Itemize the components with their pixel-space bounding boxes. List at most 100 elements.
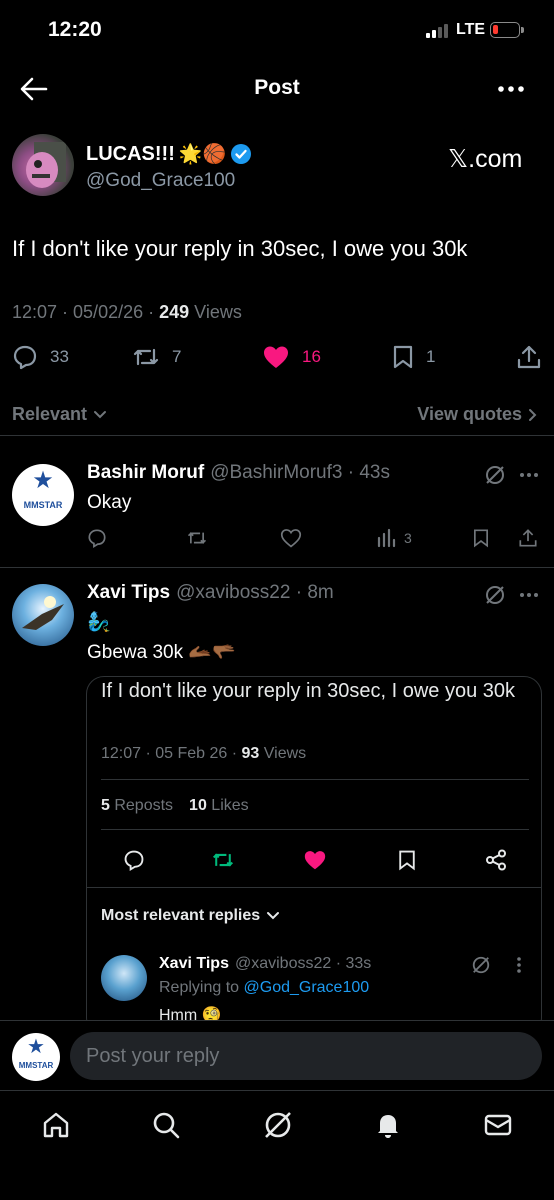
quoted-post-views-label: Views bbox=[259, 745, 307, 762]
reply-avatar[interactable]: ★ MMSTAR bbox=[12, 464, 74, 526]
heart-filled-icon bbox=[264, 346, 288, 368]
more-options-button[interactable] bbox=[494, 74, 528, 104]
more-horizontal-icon[interactable] bbox=[518, 584, 540, 606]
author-avatar[interactable] bbox=[12, 134, 74, 196]
reply-item[interactable]: Xavi Tips @xaviboss22 · 8m 🧞‍♂️ Gbewa 30… bbox=[0, 568, 554, 1036]
reply-text: Okay bbox=[87, 492, 132, 513]
sub-reply-author-name[interactable]: Xavi Tips bbox=[159, 955, 229, 973]
sub-reply-author-handle[interactable]: @xaviboss22 · 33s bbox=[235, 955, 371, 973]
reply-avatar[interactable] bbox=[12, 584, 74, 646]
quoted-post-stats: 5 Reposts 10 Likes bbox=[101, 797, 249, 815]
quoted-reposts-count: 5 bbox=[101, 797, 110, 814]
view-quotes-button[interactable]: View quotes bbox=[417, 404, 538, 425]
chevron-down-icon bbox=[267, 912, 280, 920]
reply-author-name[interactable]: Bashir Moruf bbox=[87, 462, 204, 484]
replies-sort-bar: Relevant View quotes bbox=[0, 392, 554, 436]
quoted-post-action-bar bbox=[87, 845, 541, 873]
reply-count: 33 bbox=[50, 347, 69, 366]
most-relevant-replies-button[interactable]: Most relevant replies bbox=[101, 907, 280, 925]
grok-icon[interactable] bbox=[262, 1109, 294, 1141]
author-name-text: LUCAS!!! bbox=[86, 142, 175, 165]
like-count: 16 bbox=[302, 347, 321, 366]
reply-author-handle[interactable]: @BashirMoruf3 · 43s bbox=[210, 462, 390, 484]
replying-to-mention[interactable]: @God_Grace100 bbox=[244, 979, 370, 996]
reply-composer: ★ MMSTAR bbox=[0, 1020, 554, 1090]
analytics-icon bbox=[377, 528, 396, 548]
mail-icon[interactable] bbox=[482, 1109, 514, 1141]
quoted-post-card[interactable]: If I don't like your reply in 30sec, I o… bbox=[86, 676, 542, 1036]
verified-badge-icon bbox=[231, 144, 252, 164]
home-icon[interactable] bbox=[40, 1109, 72, 1141]
bell-icon[interactable] bbox=[372, 1109, 404, 1141]
quoted-post-views-count: 93 bbox=[241, 745, 260, 762]
repost-button[interactable] bbox=[186, 528, 208, 548]
reply-icon[interactable] bbox=[123, 849, 145, 871]
reply-item[interactable]: ★ MMSTAR Bashir Moruf @BashirMoruf3 · 43… bbox=[0, 448, 554, 568]
more-horizontal-icon bbox=[498, 86, 524, 92]
reply-author-name[interactable]: Xavi Tips bbox=[87, 582, 170, 604]
grok-icon[interactable] bbox=[484, 584, 506, 606]
grok-icon[interactable] bbox=[484, 464, 506, 486]
reply-emoji-line: 🧞‍♂️ bbox=[87, 612, 111, 633]
bookmark-icon bbox=[474, 529, 488, 548]
heart-filled-icon[interactable] bbox=[303, 849, 327, 871]
more-horizontal-icon[interactable] bbox=[518, 464, 540, 486]
reply-header: Bashir Moruf @BashirMoruf3 · 43s bbox=[87, 462, 390, 484]
battery-icon bbox=[490, 22, 520, 38]
post-views-label: Views bbox=[189, 302, 242, 322]
author-name-emoji: 🌟🏀 bbox=[178, 144, 227, 165]
reply-input[interactable] bbox=[70, 1032, 542, 1080]
quoted-likes-stat[interactable]: 10 Likes bbox=[189, 797, 249, 815]
like-button[interactable] bbox=[280, 528, 302, 548]
share-button[interactable] bbox=[516, 344, 542, 370]
search-icon[interactable] bbox=[150, 1109, 182, 1141]
quoted-reposts-stat[interactable]: 5 Reposts bbox=[101, 797, 173, 815]
avatar-text: MMSTAR bbox=[23, 499, 63, 510]
sort-relevant-button[interactable]: Relevant bbox=[12, 404, 107, 425]
mmstar-logo: ★ MMSTAR bbox=[12, 464, 74, 526]
chevron-down-icon bbox=[94, 410, 107, 418]
post-header: Post bbox=[0, 62, 554, 116]
views-button[interactable]: 3 bbox=[376, 528, 412, 548]
reply-author-handle[interactable]: @xaviboss22 · 8m bbox=[176, 582, 334, 604]
bookmark-icon bbox=[393, 345, 413, 369]
sub-reply-header: Xavi Tips @xaviboss22 · 33s bbox=[159, 955, 371, 973]
views-count: 3 bbox=[404, 530, 412, 546]
repost-icon bbox=[187, 532, 207, 544]
status-bar: 12:20 LTE bbox=[0, 0, 554, 62]
quoted-likes-label: Likes bbox=[206, 797, 249, 814]
quoted-post-meta: 12:07 · 05 Feb 26 · 93 Views bbox=[101, 745, 306, 763]
divider bbox=[101, 779, 529, 780]
x-watermark: 𝕏.com bbox=[448, 145, 523, 173]
repost-icon[interactable] bbox=[211, 849, 235, 871]
share-network-icon[interactable] bbox=[485, 849, 507, 871]
post-views-count: 249 bbox=[159, 302, 190, 322]
reply-action-bar: 3 bbox=[0, 528, 554, 554]
post-action-bar: 33 7 16 1 bbox=[0, 340, 554, 380]
avatar-image bbox=[22, 596, 64, 630]
sub-reply-avatar[interactable] bbox=[101, 955, 147, 1001]
divider bbox=[101, 829, 529, 830]
reply-button[interactable]: 33 bbox=[12, 344, 69, 370]
reply-button[interactable] bbox=[87, 528, 107, 548]
avatar-text: MMSTAR bbox=[18, 1060, 54, 1070]
quoted-likes-count: 10 bbox=[189, 797, 207, 814]
sort-relevant-label: Relevant bbox=[12, 404, 88, 424]
reply-header: Xavi Tips @xaviboss22 · 8m bbox=[87, 582, 334, 604]
bookmark-button[interactable] bbox=[472, 528, 490, 548]
author-handle[interactable]: @God_Grace100 bbox=[86, 170, 235, 192]
repost-button[interactable]: 7 bbox=[132, 344, 181, 370]
bottom-nav bbox=[0, 1090, 554, 1200]
author-name[interactable]: LUCAS!!! 🌟🏀 bbox=[86, 142, 252, 166]
share-button[interactable] bbox=[518, 528, 538, 548]
like-button[interactable]: 16 bbox=[262, 344, 321, 370]
page-title: Post bbox=[254, 76, 300, 99]
post-timestamp: 12:07 · 05/02/26 · bbox=[12, 302, 160, 322]
more-vertical-icon[interactable] bbox=[511, 955, 527, 975]
bookmark-button[interactable]: 1 bbox=[392, 344, 435, 370]
signal-icon bbox=[426, 24, 448, 38]
grok-icon[interactable] bbox=[471, 955, 491, 975]
bookmark-icon[interactable] bbox=[397, 849, 417, 871]
post-meta: 12:07 · 05/02/26 · 249 Views bbox=[12, 302, 242, 323]
chevron-right-icon bbox=[529, 408, 537, 421]
